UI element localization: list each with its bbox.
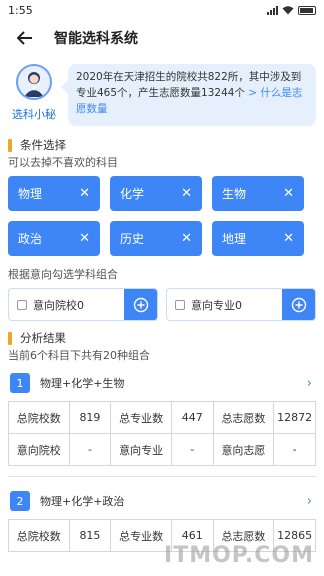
plus-circle-icon (133, 297, 148, 312)
battery-icon (298, 5, 316, 15)
table-cell: 意向专业 (110, 433, 172, 466)
chevron-right-icon[interactable]: › (307, 376, 312, 391)
avatar (16, 64, 52, 100)
chevron-right-icon[interactable]: › (307, 494, 312, 509)
add-school-button[interactable] (124, 289, 157, 320)
status-bar: 1:55 (0, 0, 324, 20)
intent-school-label: 意向院校0 (33, 298, 84, 312)
assistant-avatar-icon (24, 72, 44, 97)
status-time: 1:55 (8, 3, 33, 17)
combination-hint: 根据意向勾选学科组合 (8, 268, 118, 281)
intent-major-selector: 意向专业0 (166, 288, 316, 321)
conditions-hint: 可以去掉不喜欢的科目 (8, 156, 118, 169)
table-cell: - (273, 433, 316, 466)
section-marker (8, 138, 12, 152)
table-cell: - (68, 433, 112, 466)
intent-school-checkbox[interactable] (17, 299, 27, 310)
table-cell: 819 (68, 401, 112, 434)
subject-chip-label: 物理 (18, 187, 43, 201)
table-cell: 总志愿数 (212, 401, 275, 434)
back-arrow-icon[interactable] (14, 27, 36, 49)
result-group-header[interactable]: 1 物理+化学+生物 › (8, 365, 316, 401)
table-cell: 总院校数 (8, 401, 70, 434)
close-icon[interactable]: ✕ (79, 186, 90, 201)
watermark-logo: ITMOP.COM (164, 543, 314, 568)
analysis-section-title: 分析结果 (0, 329, 324, 347)
result-group-2: 2 物理+化学+政治 › 总院校数 815 总专业数 461 总志愿数 1286… (8, 483, 316, 552)
table-cell: 总专业数 (110, 519, 172, 552)
conditions-title: 条件选择 (20, 138, 66, 152)
subject-chip-geography[interactable]: 地理 ✕ (212, 221, 304, 256)
close-icon[interactable]: ✕ (79, 231, 90, 246)
table-cell: 总专业数 (110, 401, 172, 434)
subject-chips: 物理 ✕ 化学 ✕ 生物 ✕ 政治 ✕ 历史 ✕ 地理 ✕ (0, 176, 324, 256)
subject-chip-physics[interactable]: 物理 ✕ (8, 176, 100, 211)
plus-circle-icon (291, 297, 306, 312)
assistant-message-bubble: 2020年在天津招生的院校共822所，其中涉及到专业465个，产生志愿数量132… (61, 64, 316, 126)
subject-chip-label: 化学 (120, 187, 145, 201)
status-icons (267, 5, 316, 15)
group-index-badge: 2 (10, 491, 30, 511)
section-marker (8, 331, 12, 345)
table-cell: 意向院校 (8, 433, 70, 466)
table-cell: - (170, 433, 214, 466)
close-icon[interactable]: ✕ (283, 186, 294, 201)
subject-chip-label: 历史 (120, 232, 145, 246)
table-row: 意向院校 - 意向专业 - 意向志愿 - (8, 433, 316, 466)
intent-major-checkbox[interactable] (175, 299, 185, 310)
wifi-icon (282, 5, 294, 14)
result-group-1: 1 物理+化学+生物 › 总院校数 819 总专业数 447 总志愿数 1287… (8, 365, 316, 477)
analysis-summary: 当前6个科目下共有20种组合 (8, 349, 150, 362)
assistant-name: 选科小秘 (12, 108, 56, 121)
subject-chip-label: 生物 (222, 187, 247, 201)
intent-school-selector: 意向院校0 (8, 288, 158, 321)
group-name: 物理+化学+政治 (40, 495, 125, 508)
intent-school-field[interactable]: 意向院校0 (9, 289, 124, 320)
analysis-title: 分析结果 (20, 331, 66, 345)
group-stats-table: 总院校数 819 总专业数 447 总志愿数 12872 意向院校 - 意向专业… (8, 401, 316, 466)
table-cell: 12872 (273, 401, 316, 434)
table-cell: 447 (170, 401, 214, 434)
page-title: 智能选科系统 (54, 31, 138, 47)
subject-chip-chemistry[interactable]: 化学 ✕ (110, 176, 202, 211)
add-major-button[interactable] (282, 289, 315, 320)
app-header: 智能选科系统 (0, 20, 324, 56)
subject-chip-biology[interactable]: 生物 ✕ (212, 176, 304, 211)
intent-major-field[interactable]: 意向专业0 (167, 289, 282, 320)
result-group-header[interactable]: 2 物理+化学+政治 › (8, 483, 316, 519)
table-cell: 总院校数 (8, 519, 70, 552)
signal-icon (267, 5, 278, 15)
close-icon[interactable]: ✕ (283, 231, 294, 246)
close-icon[interactable]: ✕ (181, 186, 192, 201)
intent-row: 意向院校0 意向专业0 (0, 288, 324, 321)
subject-chip-politics[interactable]: 政治 ✕ (8, 221, 100, 256)
assistant-profile: 选科小秘 (8, 64, 60, 128)
table-cell: 815 (68, 519, 112, 552)
subject-chip-history[interactable]: 历史 ✕ (110, 221, 202, 256)
divider (8, 476, 316, 477)
table-cell: 意向志愿 (212, 433, 275, 466)
subject-chip-label: 地理 (222, 232, 247, 246)
assistant-panel: 选科小秘 2020年在天津招生的院校共822所，其中涉及到专业465个，产生志愿… (0, 56, 324, 128)
close-icon[interactable]: ✕ (181, 231, 192, 246)
table-row: 总院校数 819 总专业数 447 总志愿数 12872 (8, 401, 316, 434)
group-index-badge: 1 (10, 373, 30, 393)
group-name: 物理+化学+生物 (40, 377, 125, 390)
conditions-section-title: 条件选择 (0, 136, 324, 154)
intent-major-label: 意向专业0 (191, 298, 242, 312)
subject-chip-label: 政治 (18, 232, 43, 246)
